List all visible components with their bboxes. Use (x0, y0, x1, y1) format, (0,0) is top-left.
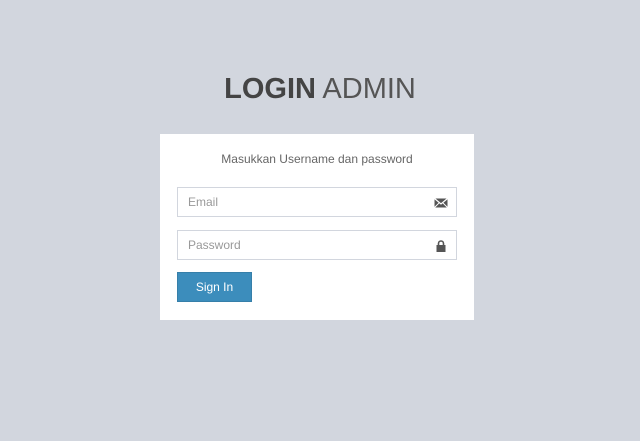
login-message: Masukkan Username dan password (221, 152, 413, 166)
password-field-group (177, 230, 457, 260)
email-input[interactable] (178, 188, 428, 216)
login-box: Masukkan Username dan password Sign In (160, 134, 474, 320)
logo-light: ADMIN (315, 73, 416, 105)
lock-icon (434, 239, 448, 252)
sign-in-button[interactable]: Sign In (177, 272, 252, 302)
password-input[interactable] (178, 231, 428, 259)
logo-bold: LOGIN (224, 73, 316, 105)
login-logo: LOGIN ADMIN (0, 73, 640, 106)
envelope-icon (434, 196, 448, 208)
email-field-group (177, 187, 457, 217)
